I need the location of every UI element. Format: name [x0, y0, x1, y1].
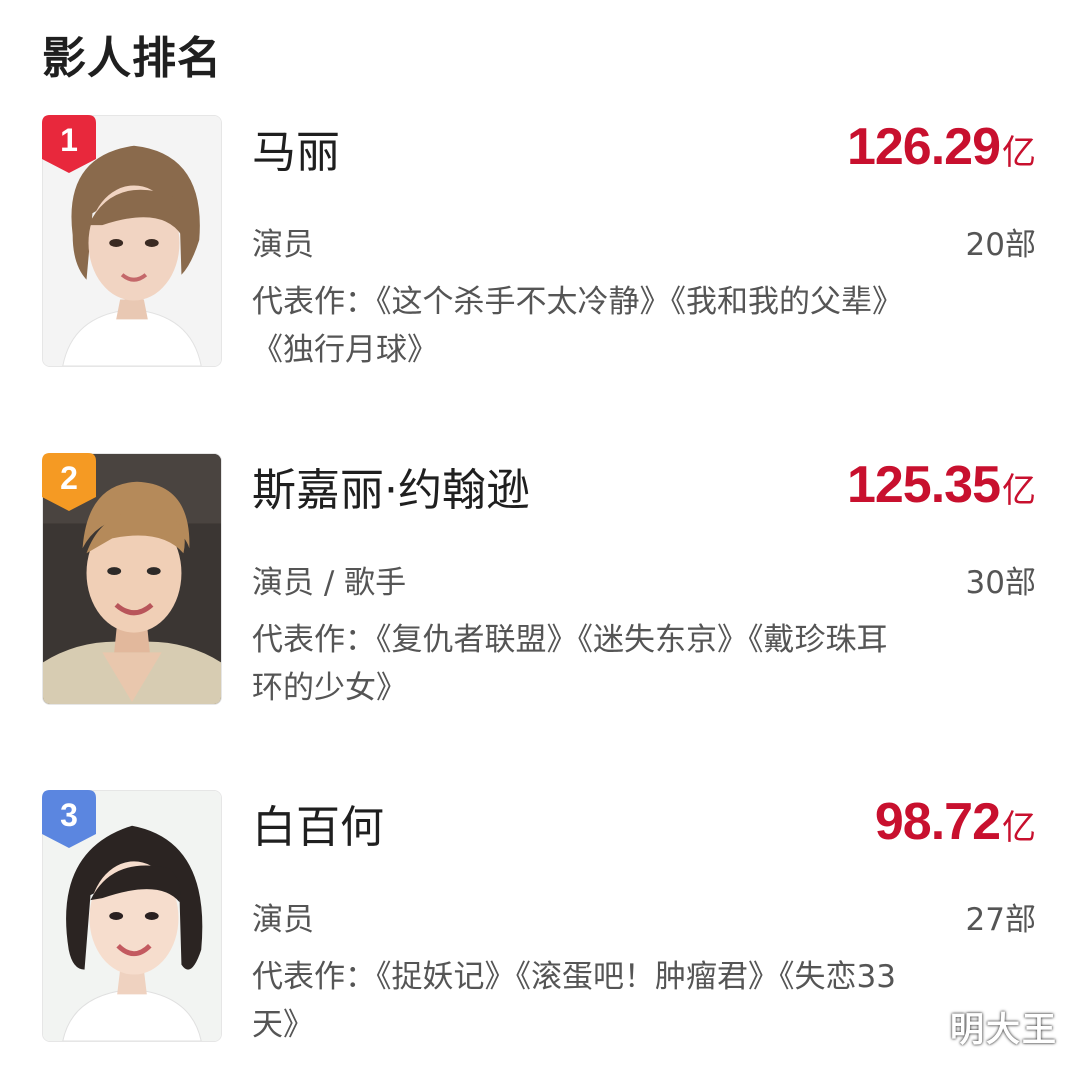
box-office-value: 125.35	[846, 456, 1001, 514]
person-name[interactable]: 斯嘉丽·约翰逊	[252, 461, 530, 521]
person-role: 演员	[252, 902, 314, 938]
watermark: 明大王	[950, 1010, 1058, 1050]
rank-badge: 2	[42, 453, 96, 511]
person-name[interactable]: 白百何	[252, 798, 384, 858]
box-office-value: 126.29	[846, 118, 1001, 176]
page-title: 影人排名	[42, 33, 222, 84]
ranking-card-2[interactable]: 2 斯嘉丽·约翰逊 125.35亿 演员 / 歌手 30部 代表作：《复仇者联盟…	[0, 453, 1080, 708]
box-office-unit: 亿	[1002, 133, 1036, 173]
ranking-card-3[interactable]: 3 白百何 98.72亿 演员 27部 代表作：《捉妖记》《滚蛋吧！肿瘤君》《失…	[0, 790, 1080, 1045]
representative-works: 代表作：《捉妖记》《滚蛋吧！肿瘤君》《失恋33天》	[252, 959, 896, 1043]
film-count: 30部	[965, 565, 1036, 601]
box-office-total: 98.72亿	[875, 790, 1036, 866]
box-office-unit: 亿	[1002, 808, 1036, 848]
representative-works: 代表作：《复仇者联盟》《迷失东京》《戴珍珠耳环的少女》	[252, 622, 888, 706]
box-office-unit: 亿	[1002, 471, 1036, 511]
film-count: 20部	[965, 227, 1036, 263]
person-name[interactable]: 马丽	[252, 123, 340, 183]
rank-number: 3	[60, 797, 78, 833]
film-count: 27部	[965, 902, 1036, 938]
ranking-card-1[interactable]: 1 马丽 126.29亿 演员 20部 代表作：《这个杀手不太冷静》《我和我的父…	[0, 115, 1080, 370]
rank-number: 1	[60, 122, 78, 158]
person-role: 演员	[252, 227, 314, 263]
rank-badge: 1	[42, 115, 96, 173]
box-office-value: 98.72	[874, 793, 1001, 851]
rank-number: 2	[60, 460, 78, 496]
box-office-total: 125.35亿	[847, 453, 1036, 529]
representative-works: 代表作：《这个杀手不太冷静》《我和我的父辈》《独行月球》	[252, 284, 903, 368]
box-office-total: 126.29亿	[847, 115, 1036, 191]
person-role: 演员 / 歌手	[252, 565, 407, 601]
rank-badge: 3	[42, 790, 96, 848]
